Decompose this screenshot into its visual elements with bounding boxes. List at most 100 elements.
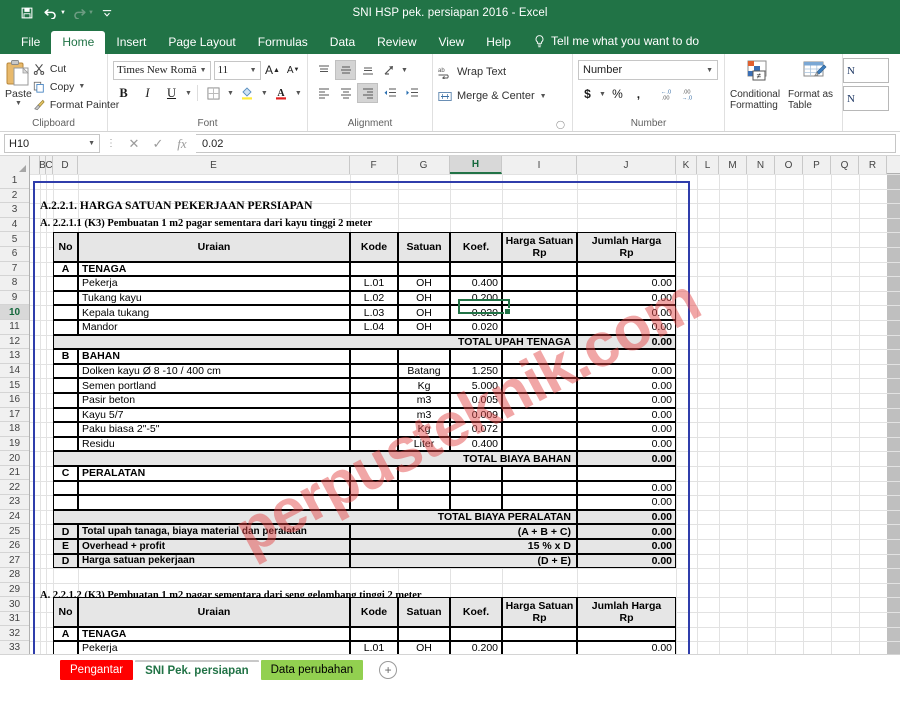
wrap-text-button[interactable]: ab Wrap Text (438, 62, 547, 82)
column-header-n[interactable]: N (747, 156, 775, 174)
fill-color-button[interactable] (237, 83, 258, 103)
comma-style-button[interactable]: , (629, 84, 648, 104)
row-header-31[interactable]: 31 (0, 611, 29, 627)
formula-bar-handle[interactable]: ⋮ (100, 138, 122, 149)
redo-icon[interactable] (68, 3, 90, 23)
select-all-corner[interactable] (0, 156, 30, 174)
undo-icon[interactable] (40, 3, 62, 23)
row-header-3[interactable]: 3 (0, 203, 29, 218)
column-header-e[interactable]: E (78, 156, 350, 174)
name-box-dropdown-icon[interactable]: ▼ (88, 140, 95, 147)
row-header-4[interactable]: 4 (0, 217, 29, 233)
row-header-13[interactable]: 13 (0, 349, 29, 364)
ribbon-tab-insert[interactable]: Insert (105, 31, 157, 54)
sheet-tab-data-perubahan[interactable]: Data perubahan (260, 659, 364, 680)
increase-font-size-button[interactable]: A ▲ (264, 60, 282, 80)
copy-button[interactable]: Copy ▼ (32, 78, 119, 95)
number-format-select[interactable]: Number ▼ (578, 60, 718, 80)
column-header-q[interactable]: Q (831, 156, 859, 174)
row-header-7[interactable]: 7 (0, 261, 29, 277)
column-header-o[interactable]: O (775, 156, 803, 174)
cancel-entry-button[interactable]: ✕ (122, 134, 146, 154)
paste-button[interactable]: Paste ▼ (5, 57, 32, 107)
font-color-dropdown-icon[interactable]: ▼ (295, 90, 302, 97)
decrease-font-size-button[interactable]: A ▼ (284, 60, 302, 80)
italic-button[interactable]: I (137, 83, 158, 103)
orientation-button[interactable] (379, 60, 400, 80)
column-header-m[interactable]: M (719, 156, 747, 174)
format-painter-button[interactable]: Format Painter (32, 96, 119, 113)
row-header-21[interactable]: 21 (0, 465, 29, 481)
font-name-input[interactable]: Times New Romã ▼ (113, 60, 211, 80)
font-name-dropdown-icon[interactable]: ▼ (197, 66, 207, 74)
ribbon-tab-help[interactable]: Help (475, 31, 522, 54)
orientation-dropdown-icon[interactable]: ▼ (401, 67, 408, 74)
align-center-button[interactable] (335, 83, 356, 103)
fill-color-dropdown-icon[interactable]: ▼ (261, 90, 268, 97)
row-header-33[interactable]: 33 (0, 641, 29, 654)
percent-format-button[interactable]: % (608, 84, 627, 104)
paste-dropdown-icon[interactable]: ▼ (15, 100, 22, 107)
borders-dropdown-icon[interactable]: ▼ (227, 90, 234, 97)
align-left-button[interactable] (313, 83, 334, 103)
align-top-button[interactable] (313, 60, 334, 80)
column-header-l[interactable]: L (697, 156, 719, 174)
row-header-6[interactable]: 6 (0, 246, 29, 262)
ribbon-tab-page-layout[interactable]: Page Layout (157, 31, 246, 54)
borders-button[interactable] (203, 83, 224, 103)
bold-button[interactable]: B (113, 83, 134, 103)
row-header-16[interactable]: 16 (0, 392, 29, 408)
row-header-30[interactable]: 30 (0, 597, 29, 612)
ribbon-tab-formulas[interactable]: Formulas (247, 31, 319, 54)
column-header-p[interactable]: P (803, 156, 831, 174)
row-header-15[interactable]: 15 (0, 378, 29, 393)
cut-button[interactable]: Cut (32, 60, 119, 77)
customize-qat-icon[interactable] (96, 3, 118, 23)
row-header-24[interactable]: 24 (0, 509, 29, 525)
redo-dropdown-icon[interactable]: ▼ (88, 10, 94, 16)
row-header-10[interactable]: 10 (0, 305, 29, 320)
column-header-i[interactable]: I (502, 156, 577, 174)
copy-dropdown-icon[interactable]: ▼ (78, 83, 85, 90)
row-header-25[interactable]: 25 (0, 524, 29, 539)
ribbon-tab-data[interactable]: Data (319, 31, 366, 54)
column-header-j[interactable]: J (577, 156, 676, 174)
undo-dropdown-icon[interactable]: ▼ (60, 10, 66, 16)
row-header-19[interactable]: 19 (0, 436, 29, 452)
row-header-17[interactable]: 17 (0, 407, 29, 423)
currency-format-button[interactable]: $ (578, 84, 597, 104)
row-header-9[interactable]: 9 (0, 290, 29, 306)
cell-style-normal[interactable]: N (843, 58, 889, 83)
ribbon-tab-home[interactable]: Home (51, 31, 106, 54)
row-header-20[interactable]: 20 (0, 451, 29, 466)
increase-decimal-button[interactable]: ←.0 .00 (656, 84, 675, 104)
decrease-indent-button[interactable] (379, 83, 400, 103)
column-header-c[interactable]: C (45, 156, 53, 174)
row-header-2[interactable]: 2 (0, 188, 29, 204)
row-header-23[interactable]: 23 (0, 495, 29, 510)
row-header-26[interactable]: 26 (0, 538, 29, 554)
ribbon-tab-file[interactable]: File (10, 31, 51, 54)
row-header-14[interactable]: 14 (0, 363, 29, 379)
alignment-dialog-launcher-icon[interactable]: ◯ (556, 120, 565, 129)
font-size-input[interactable]: 11 ▼ (213, 60, 261, 80)
column-header-h[interactable]: H (450, 156, 502, 174)
currency-dropdown-icon[interactable]: ▼ (599, 91, 606, 98)
row-header-12[interactable]: 12 (0, 334, 29, 350)
align-middle-button[interactable] (335, 60, 356, 80)
ribbon-tab-review[interactable]: Review (366, 31, 427, 54)
column-header-g[interactable]: G (398, 156, 450, 174)
new-sheet-button[interactable]: + (379, 660, 398, 679)
ribbon-tab-view[interactable]: View (428, 31, 476, 54)
column-header-f[interactable]: F (350, 156, 398, 174)
name-box[interactable]: H10 ▼ (4, 134, 100, 153)
underline-dropdown-icon[interactable]: ▼ (185, 90, 192, 97)
underline-button[interactable]: U (161, 83, 182, 103)
row-header-29[interactable]: 29 (0, 582, 29, 598)
row-header-18[interactable]: 18 (0, 422, 29, 437)
save-icon[interactable] (16, 3, 38, 23)
column-header-r[interactable]: R (859, 156, 887, 174)
row-header-8[interactable]: 8 (0, 276, 29, 291)
number-format-dropdown-icon[interactable]: ▼ (706, 67, 713, 74)
sheet-tab-sni-pek-persiapan[interactable]: SNI Pek. persiapan (135, 659, 259, 680)
